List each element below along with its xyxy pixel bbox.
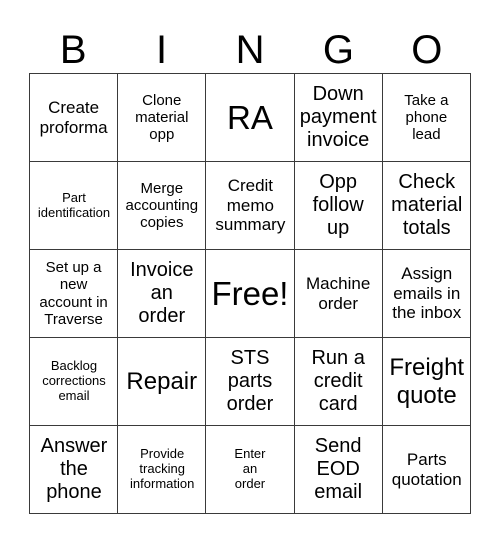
- cell-label: Merge accounting copies: [125, 179, 199, 232]
- bingo-cell[interactable]: Freight quote: [381, 337, 472, 426]
- cell-label: Run a credit card: [311, 347, 365, 415]
- cell-label: Down payment invoice: [299, 83, 377, 151]
- header-letter-g: G: [322, 28, 354, 72]
- cell-label: Invoice an order: [130, 259, 194, 327]
- header-letter-n: N: [235, 28, 265, 72]
- header-letter-b: B: [59, 28, 87, 72]
- cell-label: Parts quotation: [391, 449, 462, 489]
- board-row: Part identification Merge accounting cop…: [28, 161, 472, 250]
- bingo-cell[interactable]: Take a phone lead: [381, 73, 472, 162]
- bingo-cell[interactable]: Opp follow up: [293, 161, 383, 250]
- cell-label: Check material totals: [391, 171, 463, 239]
- bingo-cell[interactable]: STS parts order: [205, 337, 295, 426]
- bingo-header: B I N G O: [29, 28, 471, 73]
- header-letter-o: O: [411, 28, 443, 72]
- header-letter-i: I: [156, 28, 168, 72]
- cell-label: Set up a new account in Traverse: [39, 259, 108, 328]
- bingo-cell[interactable]: Create proforma: [28, 73, 119, 162]
- cell-label: Enter an order: [234, 446, 266, 491]
- board-row: Create proforma Clone material opp RA Do…: [28, 73, 472, 162]
- bingo-cell[interactable]: Assign emails in the inbox: [381, 249, 472, 338]
- bingo-cell[interactable]: Free!: [205, 249, 295, 338]
- bingo-cell[interactable]: Provide tracking information: [117, 425, 207, 514]
- cell-label: RA: [227, 98, 273, 136]
- bingo-board: Create proforma Clone material opp RA Do…: [28, 73, 472, 514]
- cell-label: STS parts order: [226, 347, 274, 415]
- cell-label: Opp follow up: [312, 171, 364, 239]
- cell-label: Assign emails in the inbox: [392, 264, 462, 323]
- bingo-cell[interactable]: Parts quotation: [381, 425, 472, 514]
- cell-label: Answer the phone: [40, 435, 108, 503]
- bingo-cell[interactable]: Part identification: [28, 161, 119, 250]
- board-row: Backlog corrections email Repair STS par…: [28, 337, 472, 426]
- cell-label: Clone material opp: [135, 91, 189, 144]
- board-row: Set up a new account in Traverse Invoice…: [28, 249, 472, 338]
- bingo-cell[interactable]: Answer the phone: [28, 425, 119, 514]
- bingo-cell[interactable]: Backlog corrections email: [28, 337, 119, 426]
- bingo-cell[interactable]: Machine order: [293, 249, 383, 338]
- bingo-cell[interactable]: Set up a new account in Traverse: [28, 249, 119, 338]
- bingo-cell[interactable]: Enter an order: [205, 425, 295, 514]
- cell-label: Provide tracking information: [130, 446, 195, 491]
- cell-label: Freight quote: [389, 353, 465, 409]
- bingo-cell[interactable]: Check material totals: [381, 161, 472, 250]
- bingo-cell[interactable]: Invoice an order: [117, 249, 207, 338]
- cell-label: Free!: [211, 274, 289, 312]
- cell-label: Backlog corrections email: [42, 358, 106, 403]
- bingo-cell[interactable]: Down payment invoice: [293, 73, 383, 162]
- cell-label: Repair: [126, 367, 198, 395]
- cell-label: Take a phone lead: [404, 91, 449, 144]
- cell-label: Part identification: [37, 189, 111, 220]
- board-row: Answer the phone Provide tracking inform…: [28, 425, 472, 514]
- bingo-cell[interactable]: Merge accounting copies: [117, 161, 207, 250]
- bingo-cell[interactable]: Run a credit card: [293, 337, 383, 426]
- cell-label: Machine order: [306, 273, 371, 313]
- cell-label: Credit memo summary: [215, 176, 286, 235]
- bingo-cell[interactable]: Send EOD email: [293, 425, 383, 514]
- bingo-cell[interactable]: Credit memo summary: [205, 161, 295, 250]
- cell-label: Create proforma: [39, 97, 108, 137]
- cell-label: Send EOD email: [314, 435, 363, 503]
- bingo-cell[interactable]: RA: [205, 73, 295, 162]
- bingo-cell[interactable]: Clone material opp: [117, 73, 207, 162]
- bingo-cell[interactable]: Repair: [117, 337, 207, 426]
